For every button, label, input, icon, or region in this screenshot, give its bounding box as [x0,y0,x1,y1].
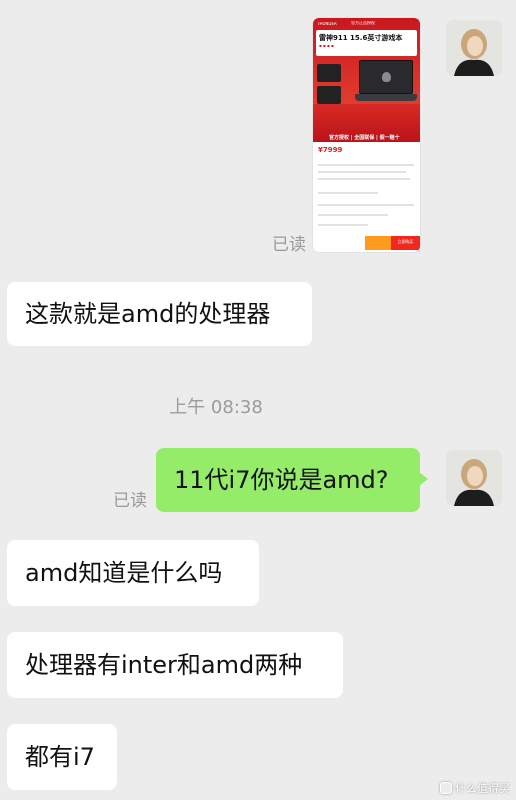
product-tags: ▪ ▪ ▪ ▪ [319,44,334,48]
avatar[interactable] [446,450,502,506]
watermark: 什么值得买 [440,780,510,796]
watermark-text: 什么值得买 [455,782,510,795]
message-text: 处理器有inter和amd两种 [25,651,303,679]
buy-button: 立即购买 [391,236,420,250]
brand-logo-icon [382,72,391,82]
outgoing-message-bubble[interactable]: 11代i7你说是amd? [156,448,428,512]
add-to-cart-button [365,236,391,250]
watermark-logo-icon [440,782,452,794]
text-line [318,164,414,166]
text-line [318,204,414,206]
product-screenshot-image[interactable]: THUNDER 官方正品授权 雷神911 15.6英寸游戏本 ▪ ▪ ▪ ▪ 官… [313,18,420,252]
message-timestamp: 上午 08:38 [169,397,263,418]
product-slogan: 官方授权 | 全国联保 | 假一赔十 [329,135,400,141]
read-receipt: 已读 [113,491,147,511]
message-bubble[interactable]: amd知道是什么吗 [7,540,259,606]
message-text: 这款就是amd的处理器 [25,300,271,328]
product-price: ¥7999 [318,146,343,154]
message-text: 11代i7你说是amd? [174,466,389,494]
message-bubble[interactable]: 都有i7 [7,724,117,790]
text-line [318,224,368,226]
laptop-image [359,60,413,94]
product-title-card: 雷神911 15.6英寸游戏本 ▪ ▪ ▪ ▪ [316,30,417,56]
store-logo: THUNDER [317,22,337,26]
avatar[interactable] [446,20,502,76]
message-bubble[interactable]: 处理器有inter和amd两种 [7,632,343,698]
avatar-portrait-icon [446,20,502,76]
text-line [318,171,406,173]
message-text: 都有i7 [25,743,95,771]
text-line [318,192,378,194]
product-thumbnail [317,64,341,82]
product-banner: 官方正品授权 [351,21,375,25]
message-text: amd知道是什么吗 [25,559,223,587]
read-receipt: 已读 [272,235,306,255]
product-title: 雷神911 15.6英寸游戏本 [319,34,403,42]
product-thumbnail [317,86,341,104]
message-bubble[interactable]: 这款就是amd的处理器 [7,282,312,346]
laptop-base [355,94,417,101]
text-line [318,214,388,216]
text-line [318,178,410,180]
avatar-portrait-icon [446,450,502,506]
